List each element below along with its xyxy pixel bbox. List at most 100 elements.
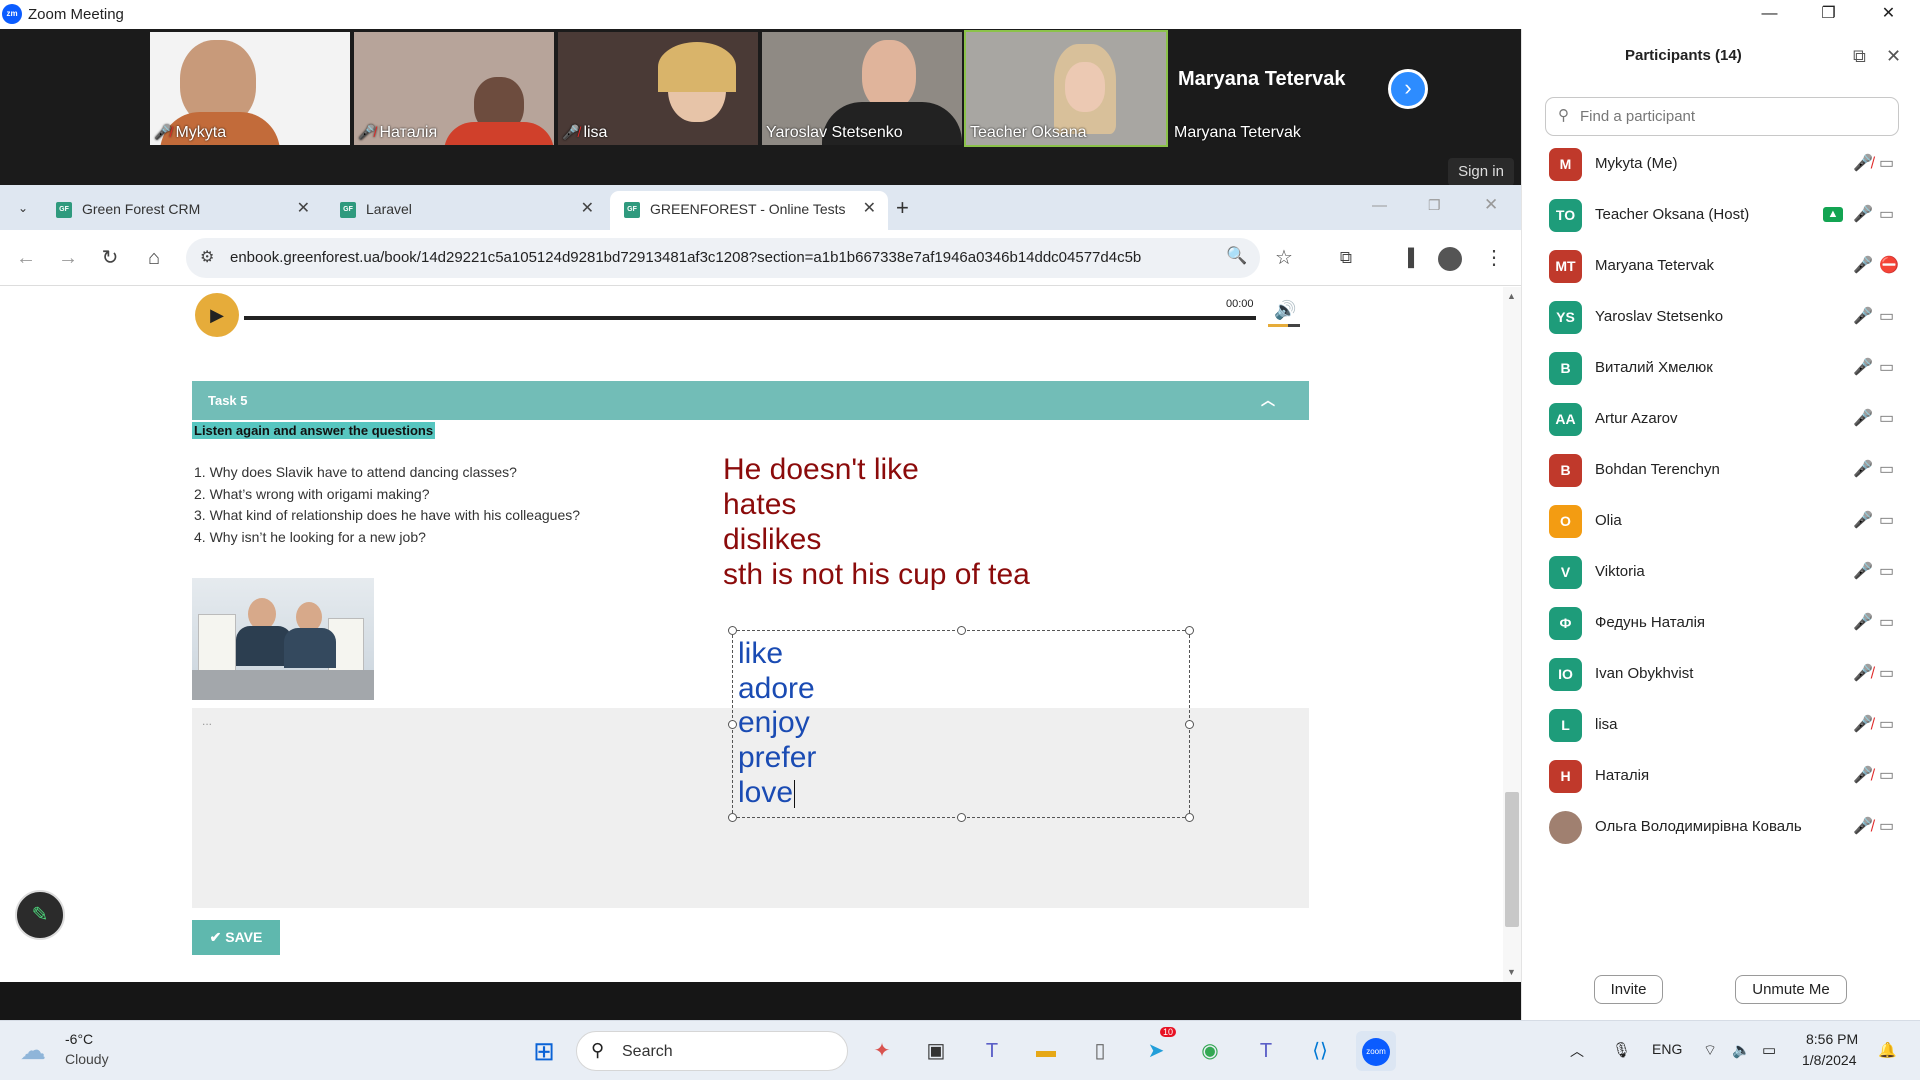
blue-annotation[interactable]: like adore enjoy prefer love: [738, 637, 816, 811]
reload-icon[interactable]: ↻: [96, 244, 124, 272]
video-tile-yaroslav[interactable]: Yaroslav Stetsenko: [762, 32, 962, 145]
notepad-icon[interactable]: ▯: [1080, 1031, 1120, 1071]
resize-handle[interactable]: [728, 720, 737, 729]
back-arrow-icon[interactable]: ←: [12, 244, 40, 272]
participant-row[interactable]: YS Yaroslav Stetsenko 🎤 ▭: [1545, 293, 1905, 344]
bookmark-star-icon[interactable]: ☆: [1270, 244, 1298, 272]
tab-search-icon[interactable]: ⌄: [12, 197, 34, 219]
chrome-icon[interactable]: ◉: [1190, 1031, 1230, 1071]
participant-row[interactable]: Ольга Володимирівна Коваль 🎤̸ ▭: [1545, 803, 1905, 854]
language-indicator[interactable]: ENG: [1652, 1041, 1682, 1057]
resize-handle[interactable]: [728, 626, 737, 635]
audio-progress-bar[interactable]: [244, 316, 1256, 320]
video-tile-lisa[interactable]: 🎤̸ lisa: [558, 32, 758, 145]
teams-icon[interactable]: T: [1246, 1031, 1286, 1071]
home-icon[interactable]: ⌂: [140, 244, 168, 272]
close-panel-icon[interactable]: ✕: [1886, 46, 1901, 67]
extensions-puzzle-icon[interactable]: ⧉: [1332, 244, 1360, 272]
microphone-icon[interactable]: 🎙: [1612, 1041, 1631, 1059]
tray-chevron-icon[interactable]: ︿: [1570, 1041, 1584, 1061]
browser-minimize-button[interactable]: —: [1372, 197, 1387, 214]
participant-search-input[interactable]: ⚲ Find a participant: [1545, 97, 1899, 136]
browser-close-button[interactable]: ✕: [1484, 195, 1498, 215]
window-title: Zoom Meeting: [28, 6, 124, 23]
save-button[interactable]: ✔ SAVE: [192, 920, 280, 955]
battery-icon[interactable]: ▭: [1762, 1041, 1776, 1059]
cloudy-weather-icon[interactable]: ☁: [20, 1035, 46, 1066]
volume-slider[interactable]: [1268, 324, 1300, 327]
sign-in-button[interactable]: Sign in: [1448, 158, 1514, 186]
task-header[interactable]: Task 5 ︿: [192, 381, 1309, 420]
participant-row[interactable]: M Mykyta (Me) 🎤̸ ▭: [1545, 140, 1905, 191]
next-page-button[interactable]: ›: [1388, 69, 1428, 109]
popout-icon[interactable]: ⧉: [1853, 46, 1866, 67]
participant-row[interactable]: IO Ivan Obykhvist 🎤̸ ▭: [1545, 650, 1905, 701]
resize-handle[interactable]: [1185, 813, 1194, 822]
participant-row[interactable]: Ф Федунь Наталія 🎤 ▭: [1545, 599, 1905, 650]
tab-close-icon[interactable]: ✕: [863, 191, 876, 227]
teams-chat-icon[interactable]: T: [972, 1031, 1012, 1071]
page-scrollbar[interactable]: ▲ ▼: [1503, 287, 1521, 982]
tab-green-forest-crm[interactable]: GF Green Forest CRM ✕: [42, 191, 322, 230]
unmute-me-button[interactable]: Unmute Me: [1735, 975, 1847, 1004]
video-tile-maryana[interactable]: Maryana Tetervak Maryana Tetervak: [1170, 32, 1370, 145]
minimize-button[interactable]: —: [1741, 0, 1798, 29]
zoom-magnifier-icon[interactable]: 🔍: [1226, 246, 1247, 266]
start-icon[interactable]: ⊞: [524, 1031, 564, 1071]
zoom-icon[interactable]: zoom: [1356, 1031, 1396, 1071]
maximize-button[interactable]: ❐: [1800, 0, 1857, 29]
video-tile-mykyta[interactable]: 🎤̸ Mykyta: [150, 32, 350, 145]
copilot-icon[interactable]: ✦: [862, 1031, 902, 1071]
scrollbar-thumb[interactable]: [1505, 792, 1519, 927]
more-menu-icon[interactable]: ⋮: [1480, 244, 1508, 272]
participant-row[interactable]: B Bohdan Terenchyn 🎤 ▭: [1545, 446, 1905, 497]
video-camera-icon: ▭: [1879, 410, 1895, 427]
tab-greenforest-online-tests[interactable]: GF GREENFOREST - Online Tests ✕: [610, 191, 888, 230]
close-button[interactable]: ✕: [1860, 0, 1917, 29]
browser-restore-button[interactable]: ❐: [1428, 197, 1441, 214]
participant-row[interactable]: AA Artur Azarov 🎤 ▭: [1545, 395, 1905, 446]
address-bar[interactable]: ⚙ enbook.greenforest.ua/book/14d29221c5a…: [186, 238, 1260, 278]
telegram-icon[interactable]: ➤: [1136, 1031, 1176, 1071]
participant-row[interactable]: V Viktoria 🎤 ▭: [1545, 548, 1905, 599]
clock-time[interactable]: 8:56 PM: [1806, 1031, 1858, 1047]
video-tile-teacher-oksana[interactable]: Teacher Oksana: [964, 30, 1168, 147]
vscode-icon[interactable]: ⟨⟩: [1300, 1031, 1340, 1071]
participant-row[interactable]: TO Teacher Oksana (Host) ▲ 🎤 ▭: [1545, 191, 1905, 242]
resize-handle[interactable]: [1185, 720, 1194, 729]
participant-row[interactable]: MT Maryana Tetervak 🎤 ⛔: [1545, 242, 1905, 293]
task-view-icon[interactable]: ▣: [916, 1031, 956, 1071]
participant-row[interactable]: В Виталий Хмелюк 🎤 ▭: [1545, 344, 1905, 395]
forward-arrow-icon[interactable]: →: [54, 244, 82, 272]
video-tile-natalia[interactable]: 🎤̸ Наталія: [354, 32, 554, 145]
site-settings-icon[interactable]: ⚙: [200, 247, 214, 267]
participant-row[interactable]: Llisa 🎤̸ ▭: [1545, 701, 1905, 752]
participant-row[interactable]: O Olia 🎤 ▭: [1545, 497, 1905, 548]
search-placeholder: Find a participant: [1580, 108, 1696, 125]
video-camera-icon: ▭: [1879, 716, 1895, 733]
file-explorer-icon[interactable]: ▬: [1026, 1031, 1066, 1071]
invite-button[interactable]: Invite: [1594, 975, 1663, 1004]
resize-handle[interactable]: [1185, 626, 1194, 635]
notifications-bell-icon[interactable]: 🔔: [1878, 1041, 1897, 1059]
tab-laravel[interactable]: GF Laravel ✕: [326, 191, 606, 230]
resize-handle[interactable]: [957, 813, 966, 822]
wifi-icon[interactable]: ⌔: [1703, 1041, 1717, 1060]
resize-handle[interactable]: [957, 626, 966, 635]
taskbar-search[interactable]: ⚲ Search: [576, 1031, 848, 1071]
video-camera-icon: ▭: [1879, 461, 1895, 478]
tab-close-icon[interactable]: ✕: [297, 191, 310, 227]
participant-row[interactable]: H Наталія 🎤̸ ▭: [1545, 752, 1905, 803]
play-button[interactable]: ▶: [195, 293, 239, 337]
profile-avatar[interactable]: [1438, 247, 1462, 271]
speaker-icon[interactable]: 🔈: [1732, 1041, 1751, 1059]
resize-handle[interactable]: [728, 813, 737, 822]
side-panel-icon[interactable]: ▐: [1394, 244, 1422, 272]
new-tab-button[interactable]: +: [896, 195, 909, 221]
chevron-up-icon[interactable]: ︿: [1261, 381, 1275, 420]
tab-close-icon[interactable]: ✕: [581, 191, 594, 227]
task-photo: [192, 578, 374, 700]
volume-icon[interactable]: 🔊: [1274, 300, 1296, 321]
annotate-pen-button[interactable]: ✎: [15, 890, 65, 940]
weather-temp[interactable]: -6°C: [65, 1031, 93, 1047]
